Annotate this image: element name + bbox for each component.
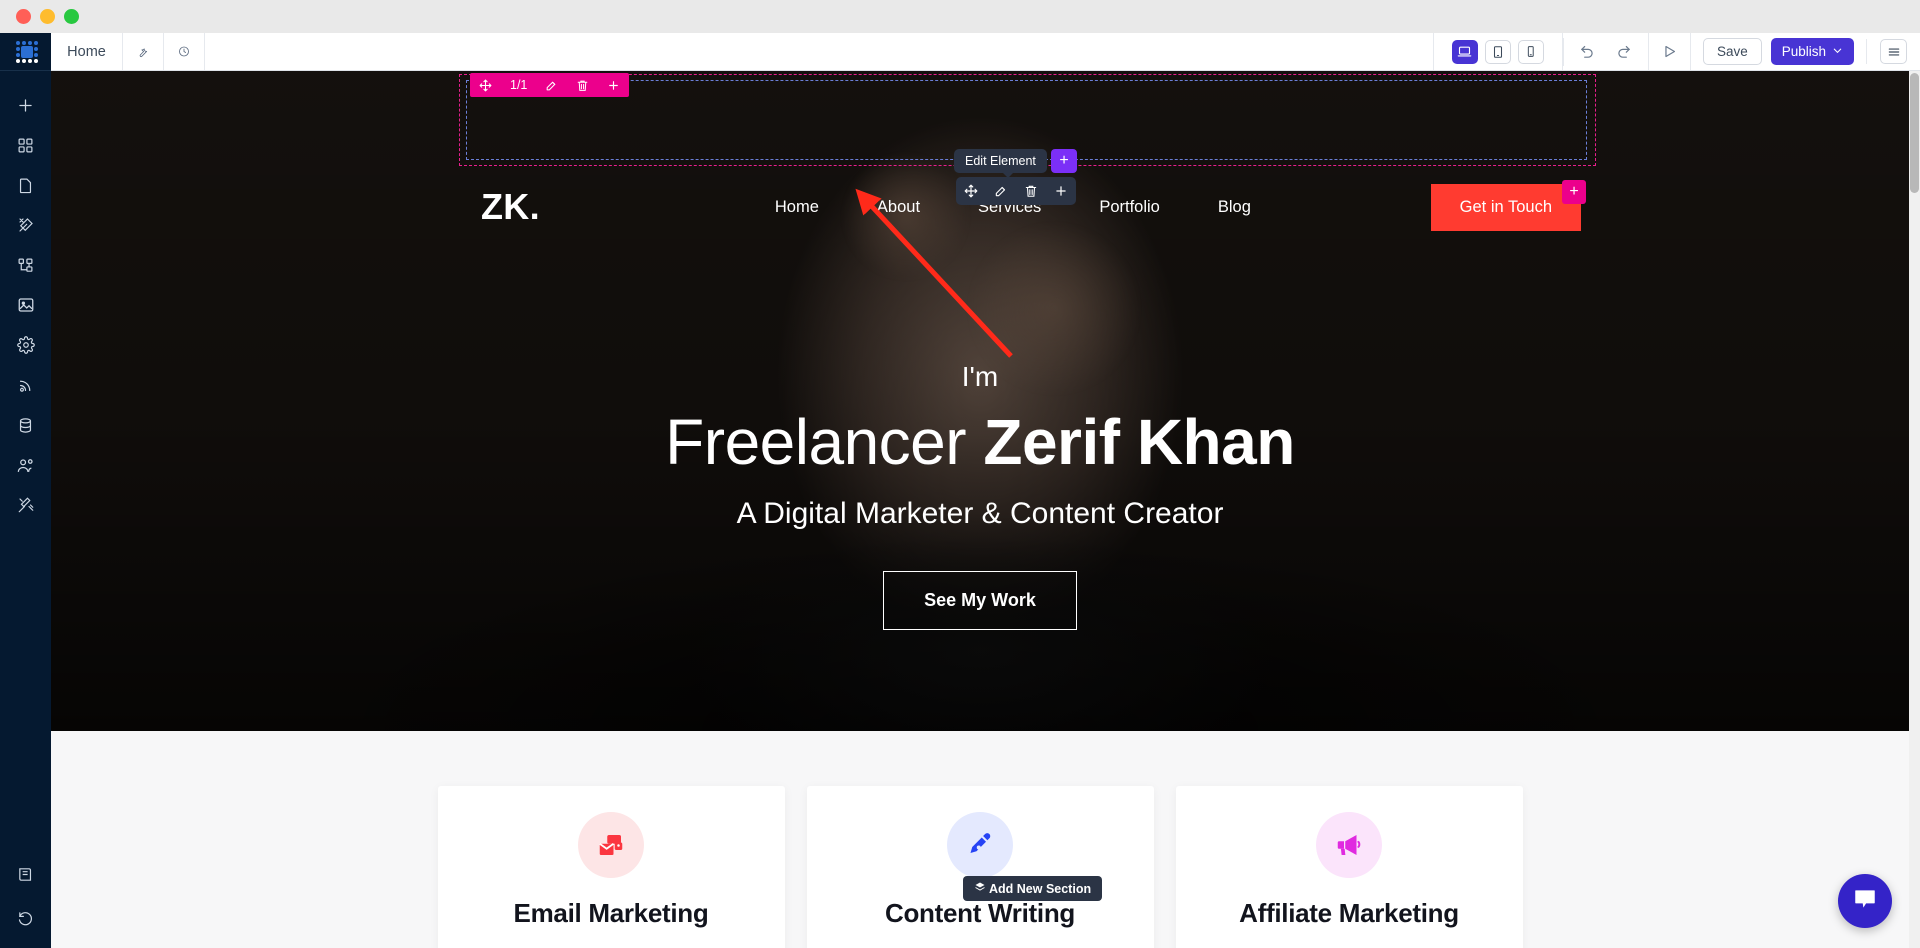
redo-icon[interactable] <box>1610 38 1638 66</box>
service-card[interactable]: Email Marketing Early adopters holy grai… <box>437 786 785 948</box>
sidebar-items <box>0 71 51 525</box>
device-mobile-button[interactable] <box>1517 39 1544 64</box>
top-toolbar: Home Save Publish <box>51 33 1920 71</box>
app-shell: Home Save Publish ZK. Home About Service… <box>0 33 1920 948</box>
hero-content: I'm Freelancer Zerif Khan A Digital Mark… <box>51 361 1909 630</box>
sidebar-bottom-items <box>0 854 51 938</box>
services-cards: Email Marketing Early adopters holy grai… <box>51 786 1909 948</box>
chat-widget-button[interactable] <box>1838 874 1892 928</box>
main-menu-button[interactable] <box>1866 39 1920 64</box>
current-page-name[interactable]: Home <box>51 33 123 70</box>
device-tablet-button[interactable] <box>1484 39 1511 64</box>
element-toolbar <box>956 177 1076 205</box>
service-title: Email Marketing <box>513 898 709 928</box>
chevron-down-icon <box>1832 44 1843 59</box>
hero-title-light: Freelancer <box>665 406 984 478</box>
wrench-icon[interactable] <box>123 33 164 70</box>
history-controls <box>1562 37 1648 66</box>
element-add-icon[interactable] <box>1046 177 1076 205</box>
nav-link-blog[interactable]: Blog <box>1218 198 1251 217</box>
chat-bubble-icon <box>1852 886 1878 917</box>
nav-link-home[interactable]: Home <box>775 198 819 217</box>
sidebar-item-blocks[interactable] <box>0 125 51 165</box>
service-title: Affiliate Marketing <box>1239 898 1459 928</box>
section-counter: 1/1 <box>510 78 528 92</box>
sidebar-item-layers[interactable] <box>0 245 51 285</box>
device-toggle-group <box>1432 33 1563 70</box>
pen-nib-icon <box>947 812 1013 878</box>
preview-button[interactable] <box>1647 33 1690 70</box>
publish-button[interactable]: Publish <box>1770 38 1854 65</box>
element-edit-icon[interactable] <box>986 177 1016 205</box>
sidebar-item-design[interactable] <box>0 205 51 245</box>
hero-eyebrow: I'm <box>961 361 999 392</box>
get-in-touch-button[interactable]: Get in Touch <box>1430 183 1581 231</box>
hero-title-bold: Zerif Khan <box>983 406 1295 478</box>
section-edit-icon[interactable] <box>536 73 567 97</box>
add-element-pink-button[interactable]: + <box>1562 180 1586 204</box>
nav-link-portfolio[interactable]: Portfolio <box>1099 198 1160 217</box>
publish-label: Publish <box>1781 44 1826 59</box>
window-maximize-button[interactable] <box>64 9 79 24</box>
editor-canvas[interactable]: ZK. Home About Services Portfolio Blog G… <box>51 71 1920 948</box>
email-marketing-icon <box>578 812 644 878</box>
nav-link-about[interactable]: About <box>877 198 920 217</box>
service-title: Content Writing <box>885 898 1075 928</box>
canvas-scrollbar-thumb[interactable] <box>1910 73 1919 193</box>
megaphone-icon <box>1316 812 1382 878</box>
add-new-section-chip[interactable]: Add New Section <box>963 876 1103 901</box>
sidebar-item-tools[interactable] <box>0 485 51 525</box>
edit-element-tooltip: Edit Element <box>954 149 1047 178</box>
hero-title: Freelancer Zerif Khan <box>51 405 1909 479</box>
app-logo[interactable] <box>0 33 51 71</box>
sidebar-item-integrations[interactable] <box>0 365 51 405</box>
sidebar-item-docs[interactable] <box>0 854 51 894</box>
canvas-scrollbar[interactable] <box>1909 71 1920 948</box>
service-card[interactable]: Affiliate Marketing Early adopters holy … <box>1175 786 1523 948</box>
section-delete-icon[interactable] <box>567 73 598 97</box>
section-move-icon[interactable] <box>470 73 501 97</box>
window-close-button[interactable] <box>16 9 31 24</box>
sidebar-item-revert[interactable] <box>0 898 51 938</box>
hamburger-icon[interactable] <box>1880 39 1907 64</box>
publish-actions: Save Publish <box>1689 33 1866 70</box>
sidebar-item-media[interactable] <box>0 285 51 325</box>
window-title-bar <box>0 0 1920 33</box>
left-sidebar <box>0 33 51 948</box>
sidebar-item-add[interactable] <box>0 85 51 125</box>
layers-stack-icon <box>974 881 986 896</box>
workspace: Home Save Publish ZK. Home About Service… <box>51 33 1920 948</box>
section-toolbar: 1/1 <box>470 73 630 97</box>
element-delete-icon[interactable] <box>1016 177 1046 205</box>
sidebar-item-pages[interactable] <box>0 165 51 205</box>
see-my-work-button[interactable]: See My Work <box>883 571 1077 630</box>
toolbar-right-group: Save Publish <box>1562 33 1920 70</box>
device-desktop-button[interactable] <box>1451 39 1478 64</box>
sidebar-item-database[interactable] <box>0 405 51 445</box>
add-element-right-button[interactable]: + <box>1051 149 1077 173</box>
window-minimize-button[interactable] <box>40 9 55 24</box>
clock-icon[interactable] <box>164 33 205 70</box>
element-move-icon[interactable] <box>956 177 986 205</box>
add-new-section-label: Add New Section <box>989 881 1092 896</box>
undo-icon[interactable] <box>1574 38 1602 66</box>
service-card[interactable]: Content Writing Early adopters holy grai… <box>806 786 1154 948</box>
site-logo[interactable]: ZK. <box>481 186 540 228</box>
sidebar-item-team[interactable] <box>0 445 51 485</box>
save-button[interactable]: Save <box>1702 38 1762 65</box>
hero-subtitle: A Digital Marketer & Content Creator <box>736 497 1224 530</box>
sidebar-item-settings[interactable] <box>0 325 51 365</box>
section-add-icon[interactable] <box>598 73 629 97</box>
